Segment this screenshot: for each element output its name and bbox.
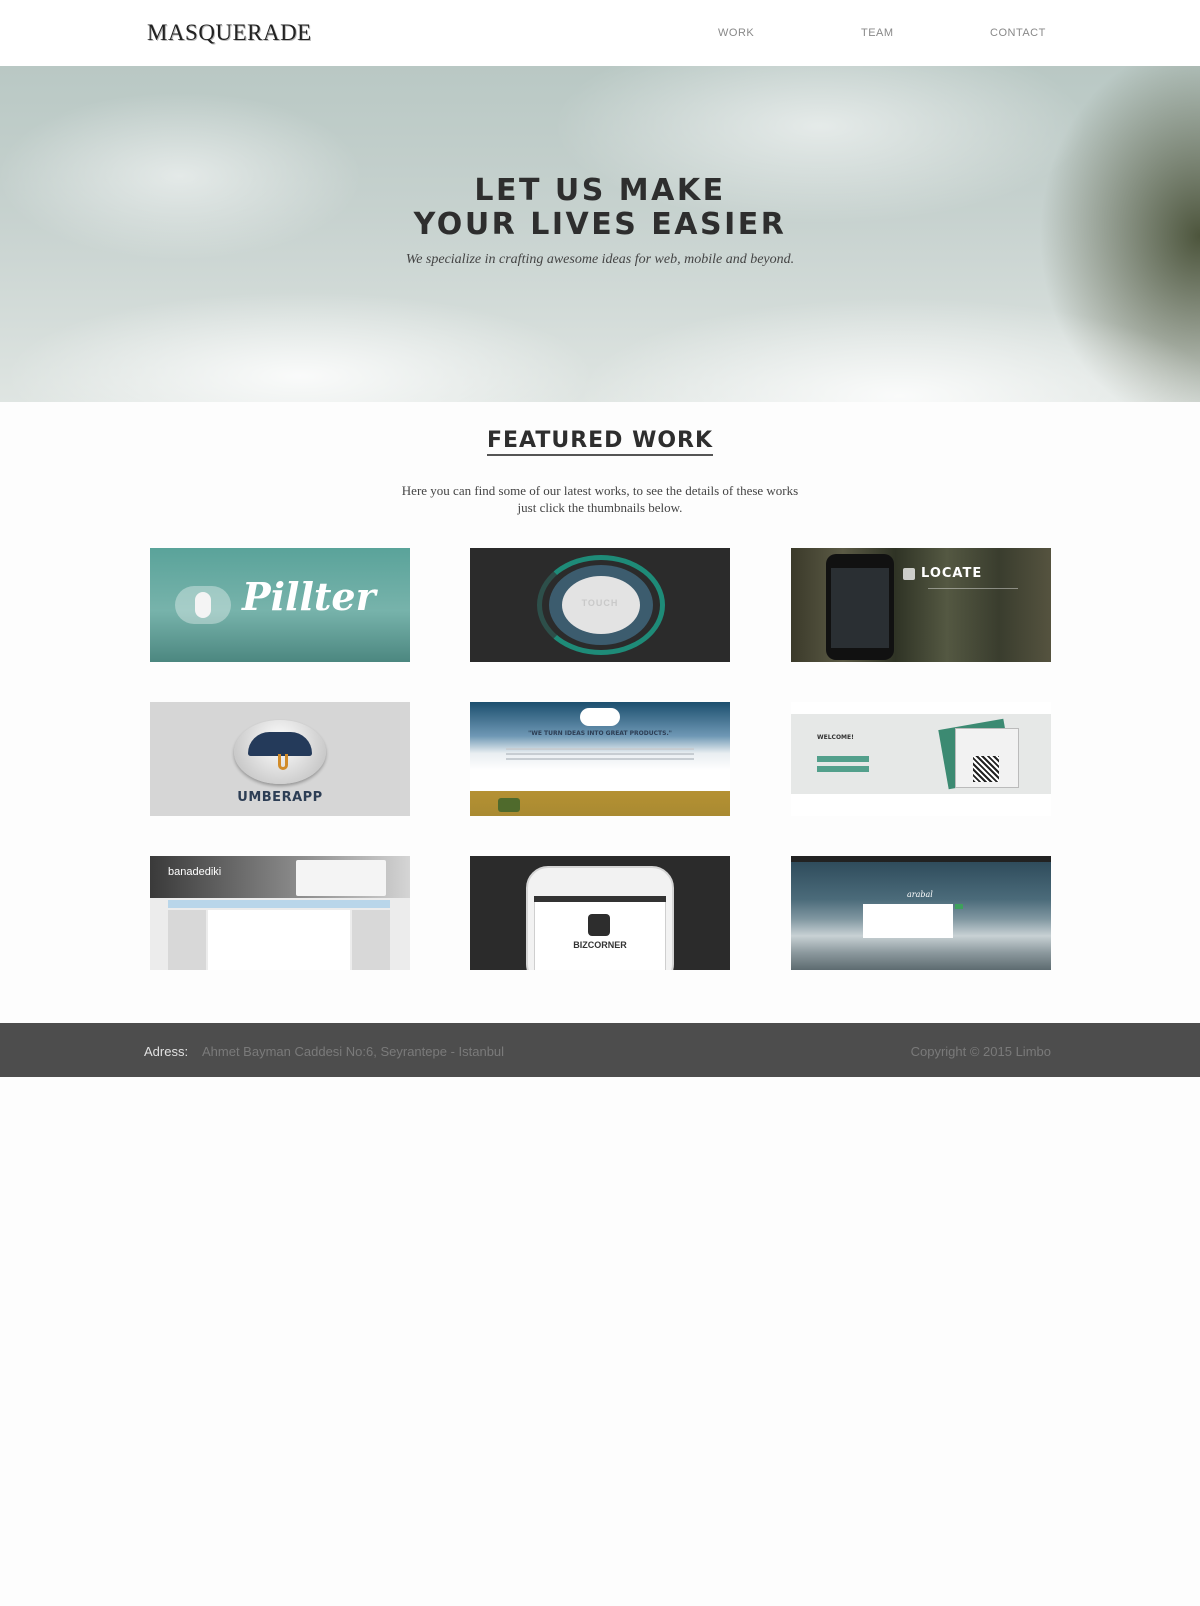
pill-icon [175,586,231,624]
address-label: Adress: [144,1044,189,1059]
cta-bar-secondary [817,766,869,772]
thumbnail-arabal[interactable]: arabal [791,856,1051,970]
thumbnail-locate[interactable]: LOCATE [791,548,1051,662]
content-column [208,910,350,970]
login-box [296,860,386,896]
hero-subtitle: We specialize in crafting awesome ideas … [405,252,795,267]
description-line1: Here you can find some of our latest wor… [401,483,799,498]
search-button [955,904,963,909]
search-box [863,904,953,938]
hero-title-line1: LET US MAKE [474,173,726,208]
leaf-icon [498,798,520,812]
topbar [791,702,1051,714]
thumbnail-touch[interactable]: TOUCH [470,548,730,662]
status-bar [534,896,666,902]
umbrella-icon [248,732,312,756]
thumbnail-bizcorner[interactable]: BIZCORNER [470,856,730,970]
footer-strip [791,794,1051,816]
divider [928,588,1018,589]
phone-icon [826,554,894,660]
thumbnail-banadediki[interactable]: banadediki [150,856,410,970]
description-line2: just click the thumbnails below. [517,500,683,515]
copyright-text: Copyright © 2015 Limbo [910,1044,1051,1059]
thumbnail-arabal-text: arabal [907,890,933,899]
featured-work-title: FEATURED WORK [486,428,714,456]
site-logo[interactable]: MASQUERADE [147,20,312,46]
nav-work-link[interactable]: WORK [718,27,754,39]
nav-team-link[interactable]: TEAM [861,27,894,39]
thumbnail-pillter[interactable]: Pillter [150,548,410,662]
thumbnail-touch-text: TOUCH [581,598,619,608]
address-text: Ahmet Bayman Caddesi No:6, Seyrantepe - … [202,1044,505,1059]
thumbnail-banadediki-text: banadediki [168,866,222,878]
locate-logo-icon [903,568,915,580]
thumbnail-umberapp[interactable]: UMBERAPP [150,702,410,816]
umbrella-handle [278,754,288,770]
thumbnail-pillter-text: Pillter [242,574,376,619]
hero-title: LET US MAKE YOUR LIVES EASIER [0,174,1200,242]
featured-work-heading: FEATURED WORK [0,428,1200,456]
thumbnail-passio-text: WELCOME! [817,734,854,741]
thumbnail-locate-text: LOCATE [921,566,983,581]
tie-icon [588,914,610,936]
cloud-icon [580,708,620,726]
cta-bar [817,756,869,762]
right-column [352,910,390,970]
body-text-lines [506,748,694,762]
hero-banner: LET US MAKE YOUR LIVES EASIER We special… [0,66,1200,402]
thumbnail-ideas-text: "WE TURN IDEAS INTO GREAT PRODUCTS." [528,730,672,737]
nav-contact-link[interactable]: CONTACT [990,27,1046,39]
tab-strip [168,900,390,908]
site-header: MASQUERADE WORK TEAM CONTACT [0,0,1200,66]
featured-work-description: Here you can find some of our latest wor… [320,482,880,516]
qr-code-icon [973,756,999,782]
hero-title-line2: YOUR LIVES EASIER [413,207,787,242]
thumbnail-umberapp-text: UMBERAPP [237,790,323,805]
thumbnail-passio[interactable]: WELCOME! [791,702,1051,816]
left-column [168,910,206,970]
site-footer: Adress: Ahmet Bayman Caddesi No:6, Seyra… [0,1023,1200,1077]
thumbnail-ideas[interactable]: "WE TURN IDEAS INTO GREAT PRODUCTS." [470,702,730,816]
thumbnail-bizcorner-text: BIZCORNER [573,940,627,950]
